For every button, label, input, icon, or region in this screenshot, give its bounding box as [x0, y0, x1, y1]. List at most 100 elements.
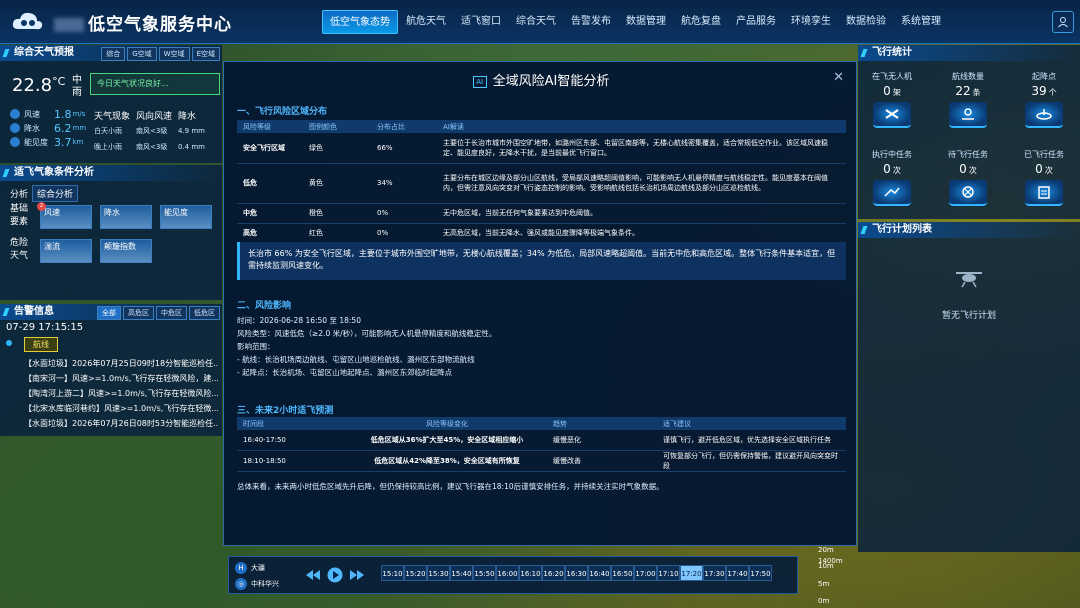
user-button[interactable]: [1052, 11, 1074, 33]
time-tick[interactable]: 17:50: [749, 565, 772, 581]
suitable-conditions-panel: 适飞气象条件分析 分析 综合分析 基础要素 2 风速 降水 能见度 危险天气 湍流 …: [0, 165, 222, 300]
empty-plan-text: 暂无飞行计划: [941, 311, 996, 321]
legend-item: H 大疆: [235, 560, 279, 576]
altitude-scale-label: 10m: [818, 562, 834, 570]
metric-rain: 降水 6.2 mm: [10, 121, 86, 135]
tab-all[interactable]: 综合: [101, 47, 126, 61]
flight-stats-panel: 飞行统计 在飞无人机 0架 航线数量 22 条 起降点 39 个 执行中任务 0次 …: [858, 45, 1080, 219]
card-wind[interactable]: 2 风速: [37, 202, 92, 229]
list-item[interactable]: 【水面垃圾】2026年07月25日09时18分智能巡检任...: [24, 356, 218, 371]
time-tick[interactable]: 16:40: [588, 565, 611, 581]
close-icon[interactable]: ✕: [833, 70, 844, 85]
nav-fly-window[interactable]: 适飞窗口: [454, 10, 508, 34]
weather-condition: 中雨: [72, 75, 82, 98]
weather-table-row: 晚上小雨 南风<3级 0.4 mm: [94, 143, 205, 151]
stat-route-count: 航线数量 22 条: [938, 71, 998, 128]
app-title: 低空气象服务中心: [54, 10, 232, 35]
time-tick[interactable]: 15:10: [381, 565, 404, 581]
tab-w-airspace[interactable]: W空域: [158, 47, 190, 61]
timeline-dot: [6, 340, 12, 346]
flight-plan-panel: 飞行计划列表 暂无飞行计划: [858, 222, 1080, 552]
weather-metrics: 风速 1.8 m/s 降水 6.2 mm 能见度 3.7 km: [10, 107, 86, 149]
list-item[interactable]: 【北宋水库临河巷约】风速>=1.0m/s,飞行存在轻微...: [24, 401, 218, 416]
task-executing-icon: [873, 180, 911, 206]
tab-low-risk[interactable]: 低危区: [189, 306, 220, 320]
ai-icon: AI: [472, 75, 487, 88]
alert-tabs: 全部 高危区 中危区 低危区: [95, 306, 220, 320]
user-icon: [1058, 17, 1068, 28]
tab-g-airspace[interactable]: G空域: [127, 47, 157, 61]
section-title: 一、飞行风险区域分布: [237, 107, 328, 117]
time-tick[interactable]: 17:10: [657, 565, 680, 581]
card-turbulence[interactable]: 湍流: [40, 239, 92, 263]
wind-icon: [10, 109, 20, 119]
time-ticks: 15:10 15:20 15:30 15:40 15:50 16:00 16:1…: [381, 565, 772, 581]
list-item[interactable]: 【陶湾河上游二】风速>=1.0m/s,飞行存在轻微风险...: [24, 386, 218, 401]
tab-all[interactable]: 全部: [97, 306, 121, 320]
table-row: 高危 红色 0% 无高危区域，当前无降水、强风或能见度骤降等极端气象条件。: [237, 223, 846, 244]
card-rain[interactable]: 降水: [100, 205, 152, 229]
visibility-icon: [10, 137, 20, 147]
nav-comprehensive-weather[interactable]: 综合天气: [509, 10, 563, 34]
table-row: 18:10-18:50 低危区域从42%降至38%，安全区域有所恢复 缓慢改善 …: [237, 450, 846, 472]
group-danger-label: 危险天气: [10, 238, 29, 261]
card-visibility[interactable]: 能见度: [160, 205, 212, 229]
nav-environment-twin[interactable]: 环境孪生: [784, 10, 838, 34]
time-tick[interactable]: 17:30: [703, 565, 726, 581]
time-tick[interactable]: 16:50: [611, 565, 634, 581]
time-tick[interactable]: 17:40: [726, 565, 749, 581]
alert-list: 【水面垃圾】2026年07月25日09时18分智能巡检任... 【南宋河一】风速…: [24, 356, 218, 431]
table-row: 16:40-17:50 低危区域从36%扩大至45%，安全区域相应缩小 缓慢恶化…: [237, 430, 846, 451]
time-tick[interactable]: 16:00: [496, 565, 519, 581]
analysis-pill[interactable]: 综合分析: [32, 185, 79, 202]
group-basic-label: 基础要素: [10, 204, 29, 227]
route-chip[interactable]: 航线: [24, 337, 58, 352]
section-title: 三、未来2小时适飞预测: [237, 406, 334, 416]
task-completed-icon: [1025, 180, 1063, 206]
time-tick[interactable]: 15:50: [473, 565, 496, 581]
nav-data-check[interactable]: 数据检验: [839, 10, 893, 34]
modal-title: AI 全域风险AI智能分析: [224, 70, 858, 89]
tab-high-risk[interactable]: 高危区: [123, 306, 154, 320]
tab-e-airspace[interactable]: E空域: [191, 47, 220, 61]
altitude-scale-label: 5m: [818, 580, 830, 588]
top-bar: 低空气象服务中心 低空气象态势 航危天气 适飞窗口 综合天气 告警发布 数据管理…: [0, 0, 1080, 44]
table-row: 低危 黄色 34% 主要分布在城区边缘及部分山区航线，受局部风速略超阈值影响，可…: [237, 163, 846, 204]
nav-hazard-review[interactable]: 航危复盘: [674, 10, 728, 34]
nav-data-management[interactable]: 数据管理: [619, 10, 673, 34]
table-header-row: 时间段 风险等级变化 趋势 适飞建议: [237, 417, 846, 430]
list-item[interactable]: 【水面垃圾】2026年07月26日08时53分智能巡检任...: [24, 416, 218, 431]
temperature: 22.8°C: [12, 75, 66, 96]
nav-hazard-weather[interactable]: 航危天气: [399, 10, 453, 34]
time-tick[interactable]: 15:20: [404, 565, 427, 581]
altitude-scale-label: 20m: [818, 546, 834, 554]
section-title: 二、风险影响: [237, 301, 292, 311]
drone-icon: [873, 102, 911, 128]
tab-mid-risk[interactable]: 中危区: [156, 306, 187, 320]
nav-situation[interactable]: 低空气象态势: [322, 10, 398, 34]
card-bump-index[interactable]: 颠簸指数: [100, 239, 152, 263]
play-icon[interactable]: [327, 567, 343, 583]
table-row: 安全飞行区域 绿色 66% 主要位于长治市城市外围空旷地带，如潞州区东部、屯留区…: [237, 133, 846, 164]
nav-system-management[interactable]: 系统管理: [894, 10, 948, 34]
list-item[interactable]: 【南宋河一】风速>=1.0m/s,飞行存在轻微风险，建...: [24, 371, 218, 386]
nav-product-service[interactable]: 产品服务: [729, 10, 783, 34]
nav-alert-publish[interactable]: 告警发布: [564, 10, 618, 34]
time-tick[interactable]: 15:30: [427, 565, 450, 581]
analysis-row: 分析 综合分析: [10, 185, 79, 202]
time-tick[interactable]: 17:00: [634, 565, 657, 581]
time-tick-active[interactable]: 17:20: [680, 565, 703, 581]
weather-forecast-panel: 综合天气预报 综合 G空域 W空域 E空域 22.8°C 中雨 今日天气状况良好…: [0, 45, 222, 163]
time-tick[interactable]: 16:30: [565, 565, 588, 581]
rewind-icon[interactable]: [305, 569, 321, 581]
panel-title: 飞行统计: [858, 45, 1080, 61]
summary-box: 长治市 66% 为安全飞行区域，主要位于城市外围空旷地带，无楼心航线覆盖；34%…: [237, 242, 846, 280]
weather-table-header: 天气现象 风向风速 降水: [94, 112, 197, 122]
blurred-region: [54, 18, 84, 32]
time-tick[interactable]: 16:10: [519, 565, 542, 581]
time-tick[interactable]: 16:20: [542, 565, 565, 581]
task-pending-icon: [949, 180, 987, 206]
time-tick[interactable]: 15:40: [450, 565, 473, 581]
legend-item: ◎ 中科华兴: [235, 576, 279, 592]
fast-forward-icon[interactable]: [349, 569, 365, 581]
